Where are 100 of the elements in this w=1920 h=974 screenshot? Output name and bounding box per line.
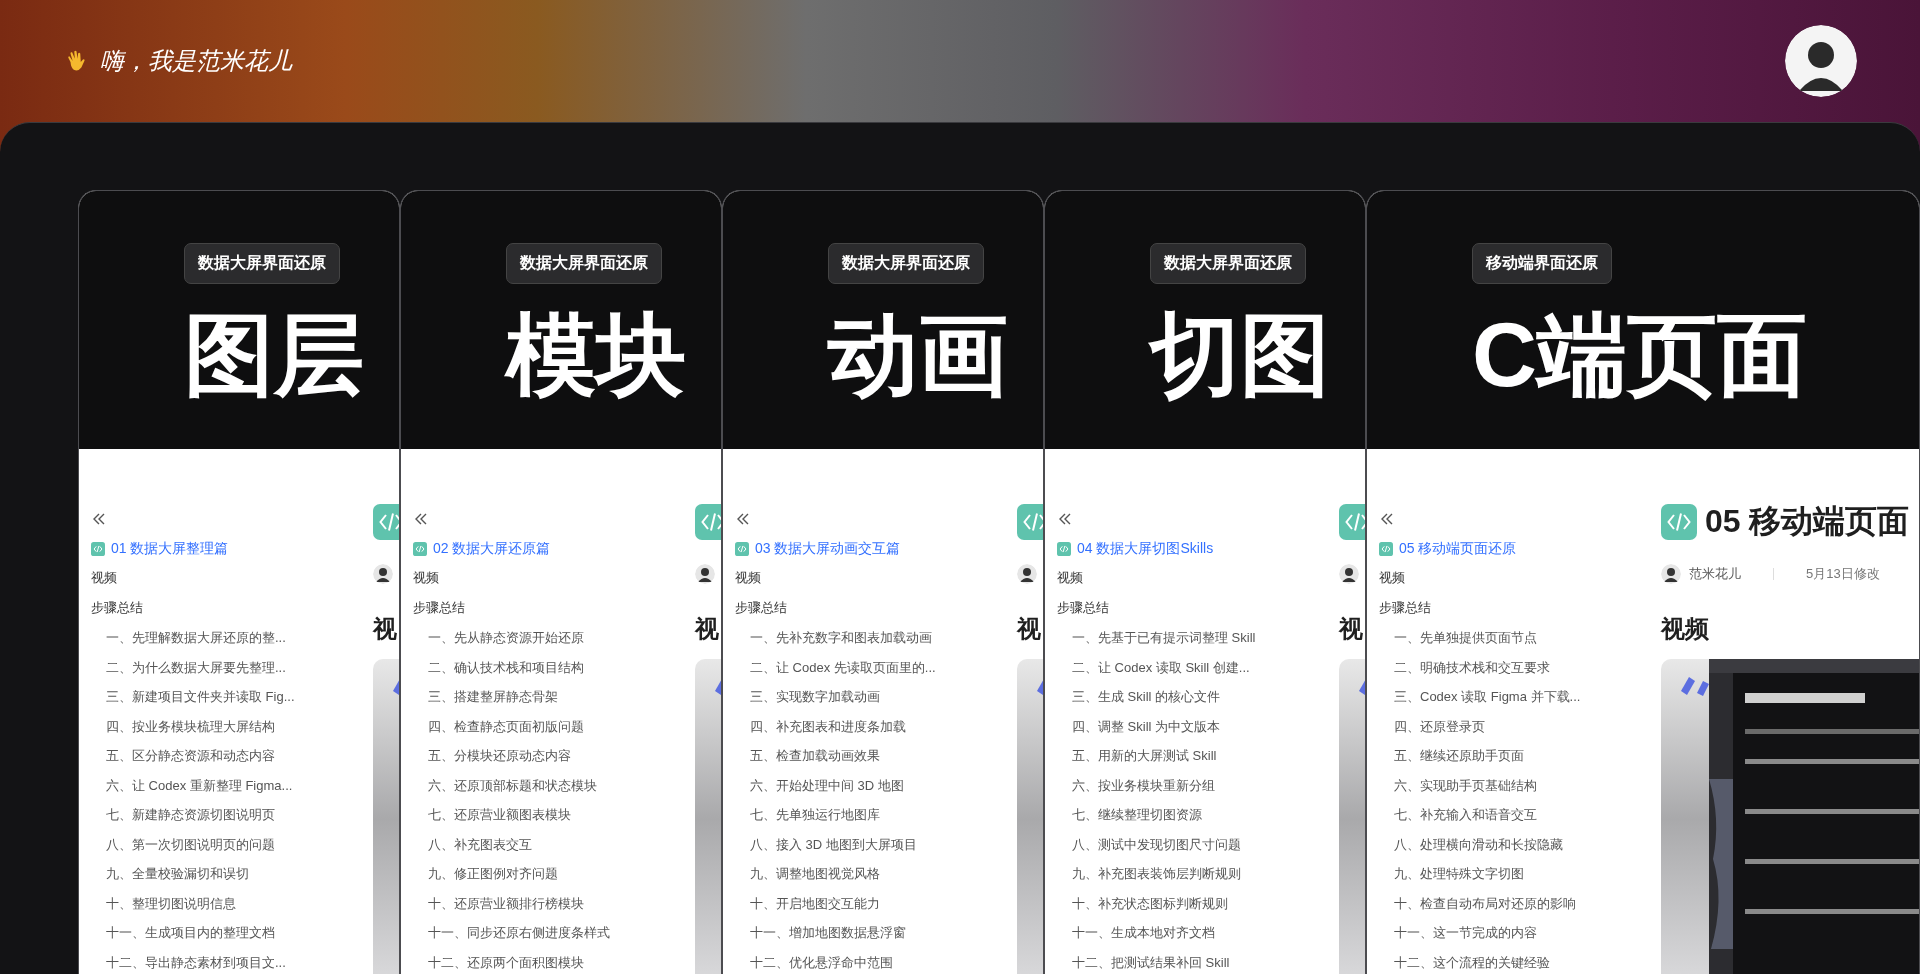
outline-item[interactable]: 七、补充输入和语音交互	[1379, 800, 1537, 830]
outline-item[interactable]: 一、先补充数字和图表加载动画	[735, 623, 932, 653]
outline-item[interactable]: 十二、还原两个面积图模块	[413, 947, 584, 974]
outline-item[interactable]: 四、检查静态页面初版问题	[413, 711, 584, 741]
outline-item[interactable]: 一、先基于已有提示词整理 Skill	[1057, 623, 1256, 653]
outline-heading[interactable]: 步骤总结	[91, 593, 143, 623]
outline-item[interactable]: 九、调整地图视觉风格	[735, 859, 880, 889]
outline-item[interactable]: 八、第一次切图说明页的问题	[91, 829, 275, 859]
outline-item[interactable]: 九、补充图表装饰层判断规则	[1057, 859, 1241, 889]
doc-card[interactable]	[78, 190, 400, 974]
code-icon	[695, 504, 721, 540]
outline-item[interactable]: 十一、同步还原右侧进度条样式	[413, 918, 610, 948]
outline-item[interactable]: 二、为什么数据大屏要先整理...	[91, 652, 286, 682]
outline-heading[interactable]: 视频	[1057, 563, 1083, 593]
code-icon	[1339, 504, 1365, 540]
outline-item[interactable]: 二、明确技术栈和交互要求	[1379, 652, 1550, 682]
outline-item[interactable]: 十、整理切图说明信息	[91, 888, 236, 918]
outline-item[interactable]: 六、还原顶部标题和状态模块	[413, 770, 597, 800]
outline-item[interactable]: 七、还原营业额图表模块	[413, 800, 571, 830]
code-icon	[413, 542, 427, 556]
outline-item[interactable]: 五、检查加载动画效果	[735, 741, 880, 771]
outline-item[interactable]: 八、接入 3D 地图到大屏项目	[735, 829, 917, 859]
outline-item[interactable]: 四、按业务模块梳理大屏结构	[91, 711, 275, 741]
outline-item[interactable]: 三、搭建整屏静态骨架	[413, 682, 558, 712]
author-avatar	[695, 564, 715, 584]
outline-item[interactable]: 十一、生成项目内的整理文档	[91, 918, 275, 948]
outline-item[interactable]: 二、确认技术栈和项目结构	[413, 652, 584, 682]
outline-heading[interactable]: 步骤总结	[1057, 593, 1109, 623]
outline-item[interactable]: 五、用新的大屏测试 Skill	[1057, 741, 1217, 771]
outline-item[interactable]: 十二、这个流程的关键经验	[1379, 947, 1550, 974]
doc-title-link[interactable]: 02 数据大屏还原篇	[433, 540, 551, 558]
outline-item[interactable]: 十二、把测试结果补回 Skill	[1057, 947, 1230, 974]
outline-heading[interactable]: 视频	[735, 563, 761, 593]
code-icon	[1017, 504, 1043, 540]
collapse-icon[interactable]	[91, 511, 107, 527]
outline-item[interactable]: 五、区分静态资源和动态内容	[91, 741, 275, 771]
outline-heading[interactable]: 视频	[91, 563, 117, 593]
outline-item[interactable]: 六、开始处理中间 3D 地图	[735, 770, 904, 800]
outline-item[interactable]: 九、处理特殊文字切图	[1379, 859, 1524, 889]
outline-item[interactable]: 十一、这一节完成的内容	[1379, 918, 1537, 948]
doc-card[interactable]	[1044, 190, 1366, 974]
outline-item[interactable]: 六、实现助手页基础结构	[1379, 770, 1537, 800]
collapse-icon[interactable]	[735, 511, 751, 527]
outline-item[interactable]: 三、Codex 读取 Figma 并下载...	[1379, 682, 1581, 712]
author-avatar	[1339, 564, 1359, 584]
outline-item[interactable]: 六、按业务模块重新分组	[1057, 770, 1215, 800]
outline-item[interactable]: 十二、优化悬浮命中范围	[735, 947, 893, 974]
collapse-icon[interactable]	[413, 511, 429, 527]
doc-title-link[interactable]: 01 数据大屏整理篇	[111, 540, 229, 558]
outline-item[interactable]: 十二、导出静态素材到项目文...	[91, 947, 286, 974]
outline-item[interactable]: 十、还原营业额排行榜模块	[413, 888, 584, 918]
outline-heading[interactable]: 步骤总结	[1379, 593, 1431, 623]
collapse-icon[interactable]	[1057, 511, 1073, 527]
outline-item[interactable]: 一、先单独提供页面节点	[1379, 623, 1537, 653]
outline-item[interactable]: 五、分模块还原动态内容	[413, 741, 571, 771]
outline-item[interactable]: 十、检查自动布局对还原的影响	[1379, 888, 1576, 918]
doc-heading: 05 移动端页面	[1705, 502, 1910, 541]
outline-item[interactable]: 八、处理横向滑动和长按隐藏	[1379, 829, 1563, 859]
outline-item[interactable]: 十一、生成本地对齐文档	[1057, 918, 1215, 948]
category-badge: 数据大屏界面还原	[828, 243, 984, 284]
outline-item[interactable]: 五、继续还原助手页面	[1379, 741, 1524, 771]
code-icon	[373, 504, 399, 540]
outline-item[interactable]: 三、实现数字加载动画	[735, 682, 880, 712]
modified-date: 5月13日修改	[1806, 565, 1880, 583]
outline-item[interactable]: 十一、增加地图数据悬浮窗	[735, 918, 906, 948]
outline-item[interactable]: 二、让 Codex 读取 Skill 创建...	[1057, 652, 1250, 682]
outline-heading[interactable]: 步骤总结	[413, 593, 465, 623]
outline-item[interactable]: 六、让 Codex 重新整理 Figma...	[91, 770, 293, 800]
outline-item[interactable]: 三、生成 Skill 的核心文件	[1057, 682, 1221, 712]
outline-item[interactable]: 十、补充状态图标判断规则	[1057, 888, 1228, 918]
doc-card[interactable]: 数据大屏界面还原 动画 03 数据大屏动画交互篇 视频 步骤总结 一、先补充数字和图表加载动画 二、让 Codex 先读取页面里的... 三、实现数字加载动画 四、补充图表和进度条加载 五、检查加载动画效果 六、开始处理中间 3D 地图 七、先单独运行地图库 八、接入 3D 地图到大屏项目 九、调整地图视觉风格 十、开启地图交互能力 十一、增加地图数据悬浮窗 十二、优化悬浮命中范围 视	[722, 190, 1044, 974]
outline-item[interactable]: 九、全量校验漏切和误切	[91, 859, 249, 889]
code-icon	[1379, 542, 1393, 556]
outline-item[interactable]: 三、新建项目文件夹并读取 Fig...	[91, 682, 295, 712]
outline-item[interactable]: 七、先单独运行地图库	[735, 800, 880, 830]
author-name[interactable]: 范米花儿	[1689, 565, 1741, 583]
outline-heading[interactable]: 视频	[413, 563, 439, 593]
outline-item[interactable]: 九、修正图例对齐问题	[413, 859, 558, 889]
outline-item[interactable]: 八、测试中发现切图尺寸问题	[1057, 829, 1241, 859]
outline-item[interactable]: 七、继续整理切图资源	[1057, 800, 1202, 830]
doc-card[interactable]	[1366, 190, 1920, 974]
outline-item[interactable]: 四、补充图表和进度条加载	[735, 711, 906, 741]
avatar[interactable]	[1785, 25, 1857, 97]
doc-title-link[interactable]: 05 移动端页面还原	[1399, 540, 1517, 558]
outline-heading[interactable]: 视频	[1379, 563, 1405, 593]
outline-item[interactable]: 十、开启地图交互能力	[735, 888, 880, 918]
outline-item[interactable]: 四、调整 Skill 为中文版本	[1057, 711, 1221, 741]
signature-text: 嗨，我是范米花儿	[100, 46, 292, 77]
outline-heading[interactable]: 步骤总结	[735, 593, 787, 623]
outline-item[interactable]: 八、补充图表交互	[413, 829, 532, 859]
collapse-icon[interactable]	[1379, 511, 1395, 527]
outline-item[interactable]: 四、还原登录页	[1379, 711, 1485, 741]
outline-item[interactable]: 一、先从静态资源开始还原	[413, 623, 584, 653]
doc-title-link[interactable]: 04 数据大屏切图Skills	[1077, 540, 1214, 558]
outline-item[interactable]: 一、先理解数据大屏还原的整...	[91, 623, 286, 653]
outline-item[interactable]: 七、新建静态资源切图说明页	[91, 800, 275, 830]
cover-title: 切图	[1150, 310, 1330, 400]
doc-card[interactable]: 数据大屏界面还原 模块 02 数据大屏还原篇 视频 步骤总结 一、先从静态资源开始还原 二、确认技术栈和项目结构 三、搭建整屏静态骨架 四、检查静态页面初版问题 五、分模块还原动态内容 六、还原顶部标题和状态模块 七、还原营业额图表模块 八、补充图表交互 九、修正图例对齐问题 十、还原营业额排行榜模块 十一、同步还原右侧进度条样式 十二、还原两个面积图模块 视	[400, 190, 722, 974]
doc-title-link[interactable]: 03 数据大屏动画交互篇	[755, 540, 901, 558]
outline-item[interactable]: 二、让 Codex 先读取页面里的...	[735, 652, 936, 682]
